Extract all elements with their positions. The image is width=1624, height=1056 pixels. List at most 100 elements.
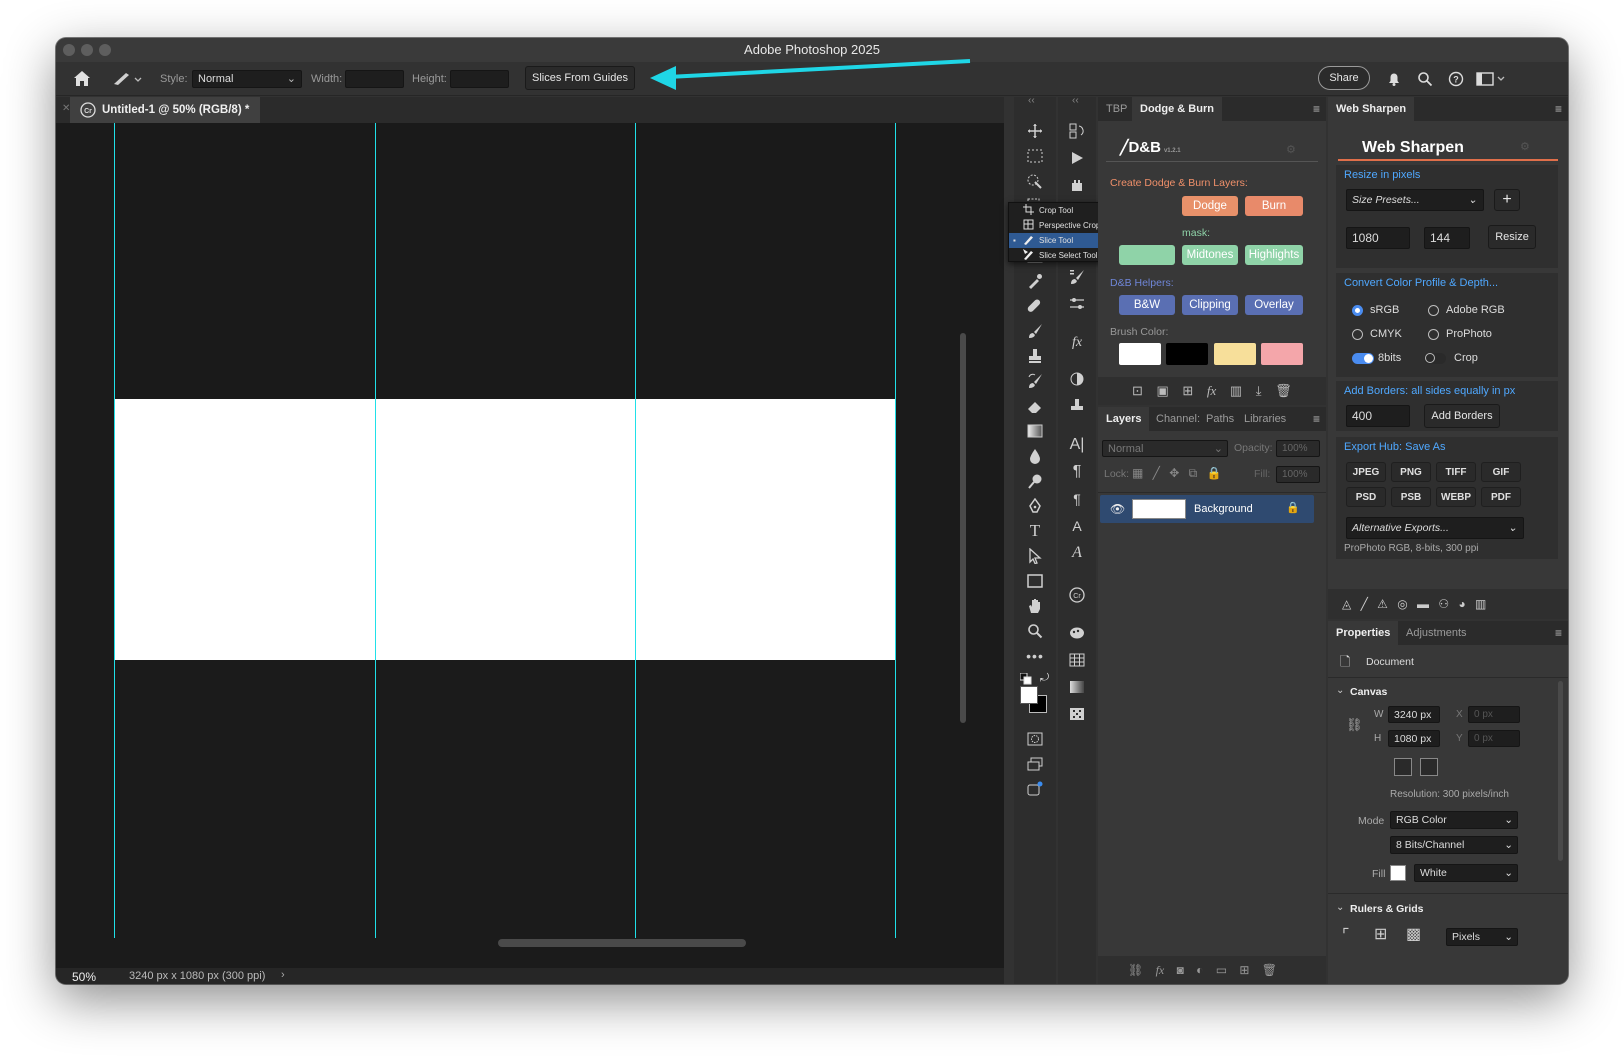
stamp-icon[interactable] [1067, 396, 1087, 416]
fill-select[interactable]: White ⌄ [1414, 864, 1518, 882]
default-colors-icon[interactable] [1020, 673, 1032, 685]
clipping-button[interactable]: Clipping [1182, 295, 1238, 315]
visibility-eye-icon[interactable]: 👁 [1110, 502, 1125, 516]
canvas-x-input[interactable]: 0 px [1468, 706, 1520, 723]
brush-tool-icon[interactable] [1025, 321, 1045, 341]
settings-gear-icon[interactable]: ⚙ [1286, 143, 1296, 156]
chevron-down-icon[interactable]: ⌄ [1336, 685, 1344, 696]
history-brush-icon[interactable] [1025, 371, 1045, 391]
add-borders-button[interactable]: Add Borders [1424, 404, 1500, 428]
panel-menu-icon[interactable]: ≡ [1555, 102, 1562, 116]
tab-layers[interactable]: Layers [1098, 407, 1150, 431]
fill-input[interactable]: 100% [1276, 466, 1320, 483]
foreground-color-swatch[interactable] [1020, 686, 1038, 704]
pen-tool-icon[interactable] [1025, 496, 1045, 516]
paragraph-icon[interactable]: ¶ [1067, 462, 1087, 482]
eraser-tool-icon[interactable] [1025, 396, 1045, 416]
canvas-document[interactable] [114, 399, 896, 660]
actions-play-icon[interactable] [1067, 148, 1087, 168]
path-selection-icon[interactable] [1025, 546, 1045, 566]
chevron-down-icon[interactable]: ⌄ [1336, 902, 1344, 913]
bit-depth-select[interactable]: 8 Bits/Channel ⌄ [1390, 836, 1518, 854]
brush-settings-icon[interactable] [1067, 267, 1087, 287]
slice-tool-preset-icon[interactable] [112, 70, 142, 87]
fx-icon[interactable]: fx [1067, 333, 1087, 353]
character-styles-icon[interactable]: A [1067, 516, 1087, 536]
ws-footer-icons[interactable]: ◬ ╱ ⚠ ◎ ▬ ⚇ ◕ ▥ [1328, 589, 1568, 619]
width-px-input[interactable]: 1080 [1346, 227, 1410, 249]
share-button[interactable]: Share [1318, 66, 1370, 90]
mode-select[interactable]: RGB Color ⌄ [1390, 811, 1518, 829]
close-window-button[interactable] [63, 44, 75, 56]
collapse-icon[interactable]: ‹‹ [1028, 95, 1035, 106]
radio-cmyk[interactable] [1352, 329, 1363, 340]
eyedropper-icon[interactable] [1025, 271, 1045, 291]
radio-prophoto[interactable] [1428, 329, 1439, 340]
brush-color-white[interactable] [1119, 343, 1161, 365]
panel-menu-icon[interactable]: ≡ [1313, 412, 1320, 426]
hand-tool-icon[interactable] [1025, 596, 1045, 616]
export-png-button[interactable]: PNG [1391, 462, 1431, 482]
brush-color-black[interactable] [1166, 343, 1208, 365]
slices-from-guides-button[interactable]: Slices From Guides [525, 66, 635, 90]
brush-color-yellow[interactable] [1214, 343, 1256, 365]
bell-icon[interactable] [1386, 71, 1402, 87]
clone-stamp-icon[interactable] [1025, 346, 1045, 366]
resize-button[interactable]: Resize [1488, 225, 1536, 249]
canvas-width-input[interactable]: 3240 px [1388, 706, 1440, 723]
gradients-panel-icon[interactable] [1067, 677, 1087, 697]
radio-srgb[interactable] [1352, 305, 1363, 316]
shadows-button[interactable] [1119, 245, 1175, 265]
vertical-scrollbar[interactable] [960, 333, 966, 723]
export-psd-button[interactable]: PSD [1346, 487, 1386, 507]
minimize-window-button[interactable] [81, 44, 93, 56]
swap-colors-icon[interactable]: ⤾ [1040, 672, 1049, 685]
export-gif-button[interactable]: GIF [1481, 462, 1521, 482]
layer-row-background[interactable]: 👁 Background 🔒 [1100, 495, 1314, 523]
guide-line[interactable] [895, 123, 896, 938]
paragraph-styles-icon[interactable]: ¶ [1067, 489, 1087, 509]
zoom-tool-icon[interactable] [1025, 621, 1045, 641]
tab-libraries[interactable]: Libraries [1236, 407, 1294, 431]
export-jpeg-button[interactable]: JPEG [1346, 462, 1386, 482]
overlay-button[interactable]: Overlay [1245, 295, 1303, 315]
workspace-icon[interactable] [1476, 71, 1506, 87]
settings-gear-icon[interactable]: ⚙ [1520, 140, 1530, 153]
gradient-tool-icon[interactable] [1025, 421, 1045, 441]
burn-button[interactable]: Burn [1245, 196, 1303, 216]
units-select[interactable]: Pixels ⌄ [1446, 928, 1518, 946]
width-input[interactable] [345, 70, 404, 88]
more-tools-icon[interactable]: ••• [1025, 646, 1045, 666]
borders-input[interactable]: 400 [1346, 405, 1410, 427]
panel-footer-icons[interactable]: ⊡ ▣ ⊞ fx ▥ ⤓ 🗑 [1098, 377, 1326, 405]
pixel-grid-icon[interactable]: ▩ [1406, 924, 1421, 944]
height-input[interactable] [450, 70, 509, 88]
fill-color-swatch[interactable] [1390, 865, 1406, 881]
dodge-tool-icon[interactable] [1025, 471, 1045, 491]
landscape-orientation-icon[interactable] [1420, 758, 1438, 776]
collapse-icon[interactable]: ‹‹ [1072, 95, 1079, 106]
creative-cloud-icon[interactable]: Cr [1067, 585, 1087, 605]
horizontal-scrollbar[interactable] [498, 939, 746, 947]
marquee-tool-icon[interactable] [1025, 146, 1045, 166]
export-tiff-button[interactable]: TIFF [1436, 462, 1476, 482]
ruler-icon[interactable]: ⌜ [1342, 925, 1350, 945]
radio-adobe-rgb[interactable] [1428, 305, 1439, 316]
canvas-area[interactable] [56, 123, 1004, 968]
height-px-input[interactable]: 144 [1424, 227, 1470, 249]
tab-web-sharpen[interactable]: Web Sharpen [1328, 97, 1415, 121]
adjust-sliders-icon[interactable] [1067, 294, 1087, 314]
layer-name[interactable]: Background [1194, 503, 1253, 515]
zoom-level[interactable]: 50% [72, 970, 96, 984]
tab-adjustments[interactable]: Adjustments [1398, 621, 1475, 645]
style-select[interactable]: Normal ⌄ [192, 70, 302, 88]
document-tab[interactable]: Cr Untitled-1 @ 50% (RGB/8) * [70, 97, 260, 123]
export-psb-button[interactable]: PSB [1391, 487, 1431, 507]
adjustments-icon[interactable] [1067, 369, 1087, 389]
bw-button[interactable]: B&W [1119, 295, 1175, 315]
type-tool-icon[interactable]: T [1025, 521, 1045, 541]
panel-scrollbar[interactable] [1558, 681, 1563, 861]
help-icon[interactable]: ? [1448, 71, 1464, 87]
blend-mode-select[interactable]: Normal ⌄ [1102, 440, 1228, 457]
crop-toggle[interactable] [1424, 353, 1446, 364]
